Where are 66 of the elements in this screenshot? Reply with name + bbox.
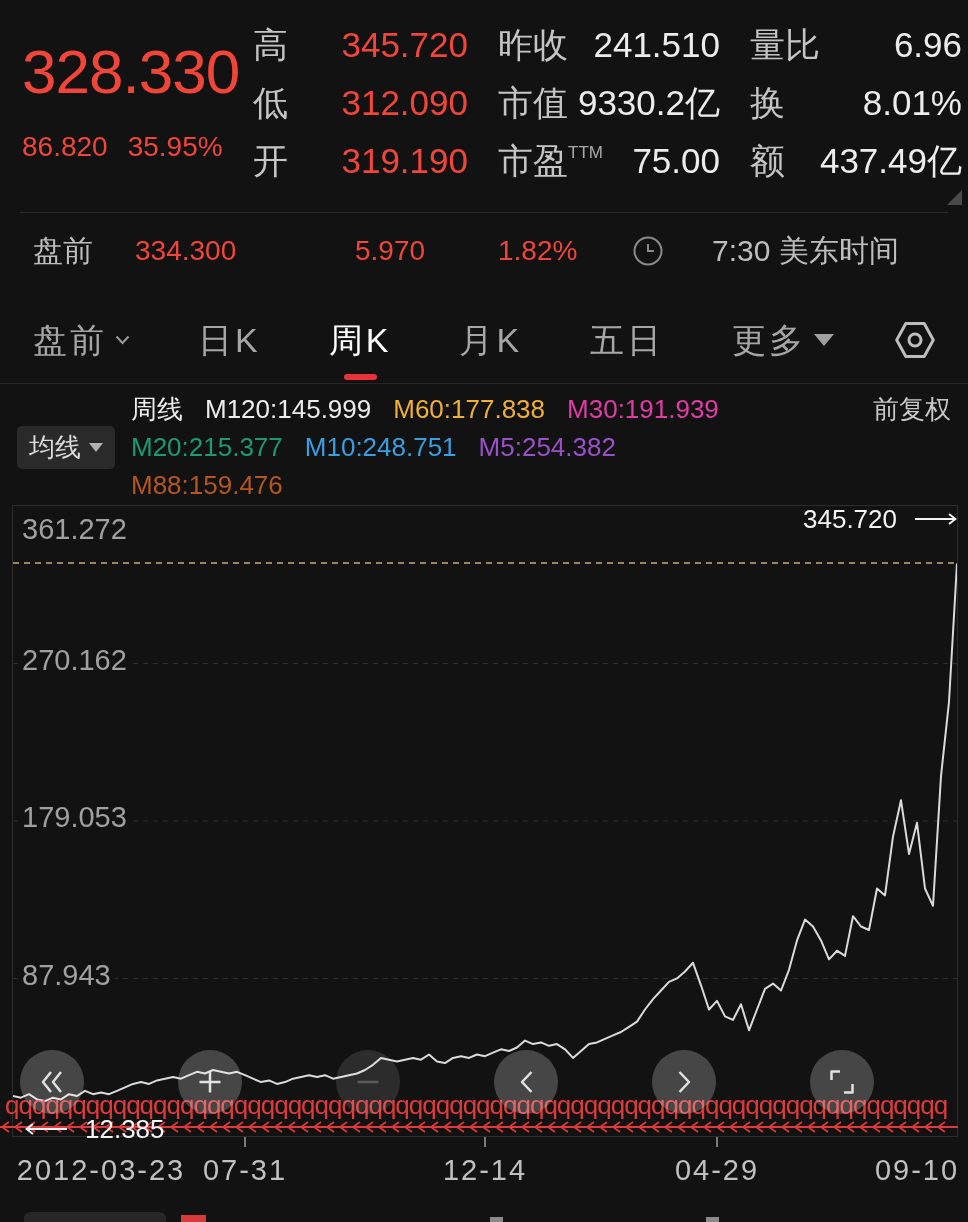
stat-value: 241.510 [593,24,720,66]
chevron-down-icon [115,335,130,345]
moving-average-label: M30:191.939 [567,393,719,425]
moving-average-label: M10:248.751 [304,431,457,463]
high-price-label: 345.720 [803,506,897,532]
premarket-time: 7:30 美东时间 [712,232,900,269]
premarket-change: 5.970 [355,235,427,267]
stat-value: 6.96 [893,24,962,66]
corner-brackets-icon [830,1070,854,1094]
premarket-price: 334.300 [135,235,238,267]
stat-value: 312.090 [341,82,468,124]
moving-average-label: M88:159.476 [131,469,283,501]
x-axis-label: 07-31 [202,1153,288,1187]
stat-value: 319.190 [341,140,468,182]
caret-down-icon [814,334,835,346]
cut-off-marker [706,1217,719,1222]
session-label: 盘前 [33,232,94,269]
plus-icon [198,1070,222,1094]
stat-label: 开 [253,140,288,182]
period-label: 周线 [131,393,183,425]
double-chevron-left-icon [41,1070,63,1094]
stat-value: 8.01% [862,82,962,124]
stat-label: 高 [253,24,288,66]
x-axis-label: 04-29 [674,1153,760,1187]
last-price: 328.330 [22,37,240,107]
x-axis-label: 2012-03-23 [16,1153,186,1187]
stat-label: 昨收 [498,24,568,66]
stat-value: 345.720 [341,24,468,66]
premarket-percent: 1.82% [498,235,579,267]
stat-label: 换 [750,82,785,124]
x-axis-label: 09-10 [874,1153,960,1187]
stat-label: 低 [253,82,288,124]
moving-average-label: M5:254.382 [478,431,616,463]
price-change: 86.820 [22,130,108,164]
moving-average-label: M60:177.838 [393,393,546,425]
cut-off-marker [490,1217,503,1222]
stat-label: 额 [750,140,785,182]
indicator-dropdown[interactable]: 均线 [17,425,115,469]
period-tab[interactable]: 月K [425,296,557,383]
x-axis-label: 12-14 [442,1153,528,1187]
stat-label: 市盈$^{TTM}$ [498,140,603,182]
stat-label: 市值 [498,82,568,124]
settings-button[interactable] [895,321,935,358]
corner-triangle-icon [947,190,962,205]
cut-off-marker [181,1215,206,1222]
stat-value: 437.49亿 [819,140,962,182]
chevron-right-icon [677,1070,691,1094]
settings-icon [895,321,935,358]
moving-average-label: M120:145.999 [205,393,372,425]
percent-change: 35.95% [127,130,223,164]
moving-average-label: M20:215.377 [131,431,283,463]
stat-value: 75.00 [632,140,720,182]
period-tab[interactable]: 五日 [556,296,699,383]
minus-icon [356,1080,380,1084]
stat-value: 9330.2亿 [577,82,720,124]
clock-icon [633,236,663,266]
adjustment-toggle[interactable]: 前复权 [873,393,968,425]
period-tab[interactable]: 日K [164,296,295,383]
period-tab[interactable]: 周K [294,296,426,383]
stat-label: 量比 [750,24,820,66]
period-tab[interactable]: 更多 [698,296,869,383]
period-tab[interactable]: 盘前 [0,296,164,383]
chevron-left-icon [519,1070,533,1094]
right-arrow-icon [915,513,957,525]
caret-down-icon [89,442,103,452]
left-arrow-icon [25,1123,67,1135]
